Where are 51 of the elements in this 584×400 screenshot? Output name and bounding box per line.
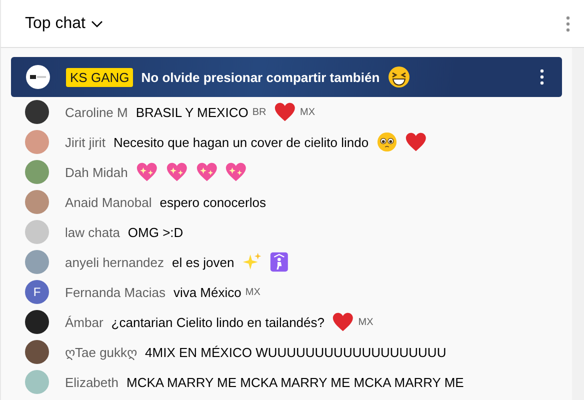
message-text: ¿cantarian Cielito lindo en tailandés? bbox=[111, 314, 324, 330]
flag-code: MX bbox=[245, 286, 260, 298]
sparkles-emoji-icon bbox=[242, 252, 262, 272]
flag-code: MX bbox=[300, 106, 316, 118]
message-text: OMG >:D bbox=[128, 224, 184, 240]
more-options-icon[interactable] bbox=[540, 69, 544, 85]
laughing-face-emoji-icon bbox=[388, 66, 410, 88]
author-name: Jirit jirit bbox=[65, 134, 106, 150]
heart-emoji-icon bbox=[404, 132, 426, 152]
avatar-placeholder bbox=[25, 130, 49, 154]
avatar-placeholder bbox=[25, 310, 49, 334]
kneeling-person-emoji-icon bbox=[270, 252, 289, 272]
author-name: Ámbar bbox=[65, 314, 104, 330]
author-name: Fernanda Macias bbox=[65, 284, 166, 300]
message-text: espero conocerlos bbox=[160, 194, 266, 210]
author-name: Elizabeth bbox=[65, 374, 118, 390]
author-name: anyeli hernandez bbox=[65, 254, 164, 270]
message-text: viva México bbox=[173, 284, 242, 300]
avatar-placeholder bbox=[25, 100, 49, 124]
heart-emoji-icon bbox=[274, 102, 296, 122]
avatar-placeholder bbox=[25, 220, 49, 244]
avatar-placeholder bbox=[25, 250, 49, 274]
author-name: Anaid Manobal bbox=[65, 194, 152, 210]
pinned-message-text: No olvide presionar compartir también bbox=[141, 70, 380, 84]
channel-avatar bbox=[26, 65, 50, 89]
message-text: Necesito que hagan un cover de cielito lindo bbox=[113, 134, 369, 150]
avatar-placeholder bbox=[25, 370, 49, 394]
author-badge: KS GANG bbox=[66, 68, 134, 86]
sparkling-heart-emoji-icon bbox=[225, 162, 248, 182]
flag-code: BR bbox=[252, 106, 266, 118]
top-chat-dropdown[interactable]: Top chat bbox=[25, 14, 104, 32]
pleading-face-emoji-icon bbox=[376, 132, 397, 152]
sparkling-heart-emoji-icon bbox=[166, 162, 188, 182]
author-name: Dah Midah bbox=[65, 164, 128, 180]
message-text: el es joven bbox=[172, 254, 234, 270]
sparkling-heart-emoji-icon bbox=[136, 162, 158, 182]
author-name: ღTae gukkღ bbox=[65, 344, 138, 360]
avatar-placeholder bbox=[25, 340, 49, 364]
author-name: law chata bbox=[65, 224, 120, 240]
chevron-down-icon bbox=[91, 20, 104, 28]
flag-code: MX bbox=[358, 316, 374, 328]
avatar-placeholder bbox=[25, 190, 49, 214]
message-text: BRASIL Y MEXICO bbox=[136, 104, 248, 120]
sparkling-heart-emoji-icon bbox=[196, 162, 218, 182]
user-avatar: F bbox=[25, 280, 49, 304]
avatar-placeholder bbox=[25, 160, 49, 184]
scrollbar-track[interactable] bbox=[572, 48, 584, 400]
heart-emoji-icon bbox=[332, 312, 354, 332]
message-text: MCKA MARRY ME MCKA MARRY ME MCKA MARRY ME bbox=[126, 374, 464, 390]
author-name: Caroline M bbox=[65, 104, 128, 120]
message-text: 4MIX EN MÉXICO WUUUUUUUUUUUUUUUUUUU bbox=[145, 344, 446, 360]
